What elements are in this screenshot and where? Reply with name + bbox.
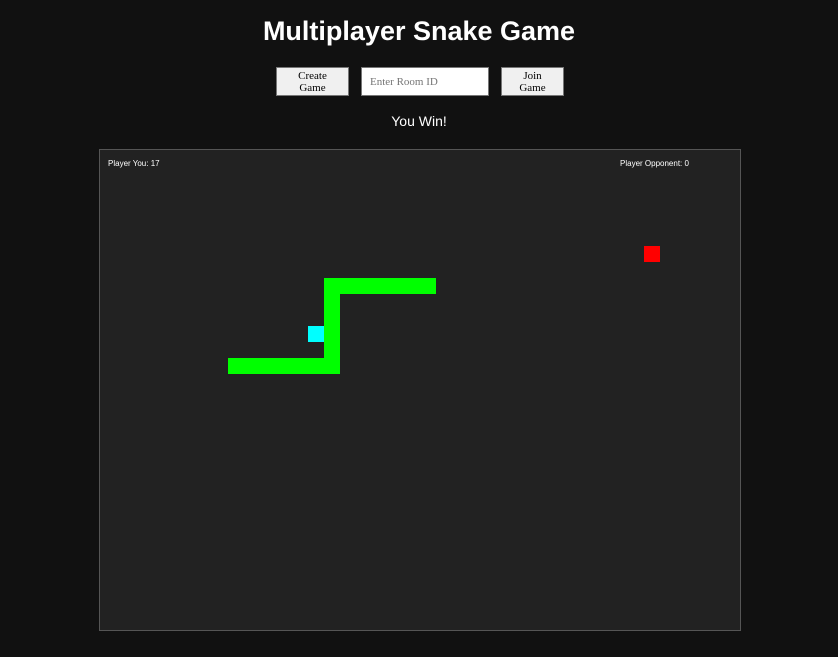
player-snake-segment <box>404 278 420 294</box>
player-snake-segment <box>356 278 372 294</box>
page-title: Multiplayer Snake Game <box>262 16 576 46</box>
food-item <box>644 246 660 262</box>
opponent-snake-segment <box>308 326 324 342</box>
player-snake-segment <box>388 278 404 294</box>
player-snake-segment <box>228 358 244 374</box>
game-controls: Create Game Join Game <box>276 67 564 96</box>
player-snake-segment <box>324 294 340 310</box>
player-snake-segment <box>260 358 276 374</box>
player-snake-segment <box>244 358 260 374</box>
player-opponent-score: Player Opponent: 0 <box>620 159 689 168</box>
create-game-button[interactable]: Create Game <box>276 67 349 96</box>
game-page: Multiplayer Snake Game Create Game Join … <box>0 0 838 657</box>
player-snake-segment <box>324 278 340 294</box>
room-id-input[interactable] <box>361 67 489 96</box>
player-snake-segment <box>372 278 388 294</box>
player-snake-segment <box>276 358 292 374</box>
player-snake-segment <box>340 278 356 294</box>
player-snake-segment <box>308 358 324 374</box>
player-snake-segment <box>420 278 436 294</box>
player-snake-segment <box>292 358 308 374</box>
join-game-button[interactable]: Join Game <box>501 67 564 96</box>
player-snake-segment <box>324 358 340 374</box>
player-snake-segment <box>324 342 340 358</box>
player-snake-segment <box>324 310 340 326</box>
player-you-score: Player You: 17 <box>108 159 160 168</box>
game-status-message: You Win! <box>391 113 447 129</box>
game-board[interactable]: Player You: 17 Player Opponent: 0 <box>99 149 741 631</box>
player-snake-segment <box>324 326 340 342</box>
